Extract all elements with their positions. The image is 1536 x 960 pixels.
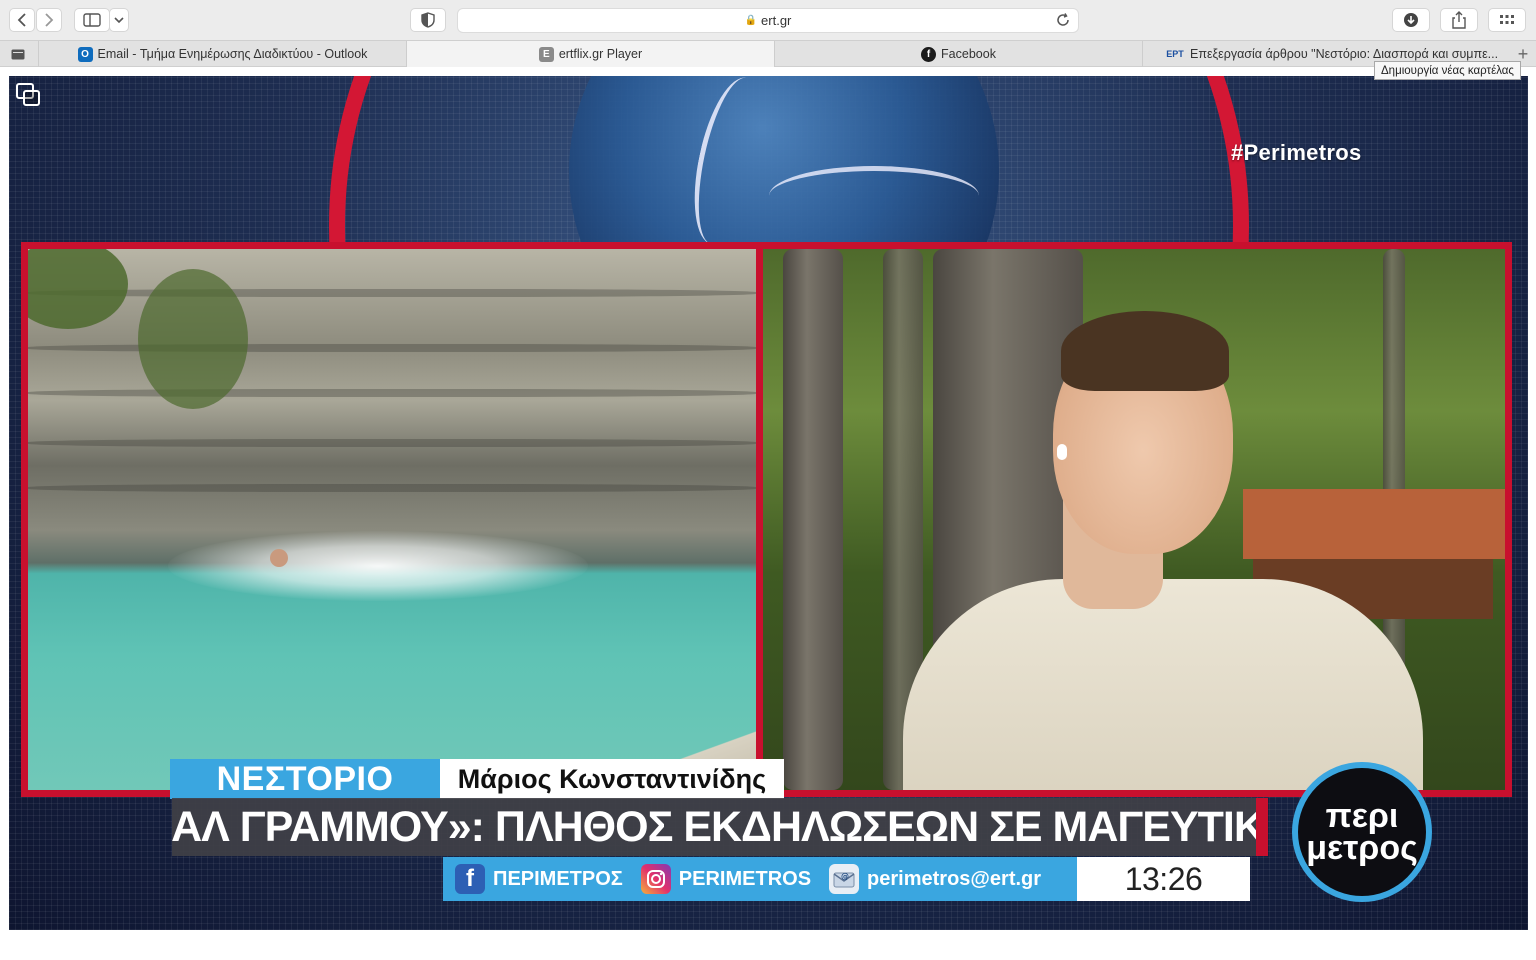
show-hashtag: #Perimetros: [1231, 140, 1362, 165]
video-player[interactable]: #Perimetros ΝΕΣΤΟΡΙΟ Μάριος Κωνσταντινίδ…: [9, 76, 1528, 930]
download-icon: [1404, 13, 1418, 27]
facebook-handle: ΠΕΡΙΜΕΤΡΟΣ: [493, 867, 623, 890]
logo-text-line1: περι: [1325, 796, 1399, 835]
news-headline: «ΦΕΣΤΙΒΑΛ ΓΡΑΜΜΟΥ»: ΠΛΗΘΟΣ ΕΚΔΗΛΩΣΕΩΝ ΣΕ…: [172, 798, 1268, 856]
tab-outlook-label: Email - Τμήμα Ενημέρωσης Διαδικτύου - Ou…: [97, 47, 368, 61]
social-bar: f ΠΕΡΙΜΕΤΡΟΣ PERIMETROS @ perimetros@ert…: [443, 857, 1077, 901]
tab-sidebar-button[interactable]: [0, 41, 36, 67]
instagram-icon: [640, 864, 671, 894]
perimetros-logo: περι μετρος: [1292, 762, 1432, 902]
sidebar-icon: [83, 13, 101, 27]
outlook-icon: O: [77, 46, 93, 62]
picture-in-picture-icon[interactable]: [15, 82, 41, 108]
forward-button[interactable]: [36, 8, 62, 32]
reload-icon[interactable]: [1056, 13, 1070, 30]
tab-overview-button[interactable]: [1488, 8, 1526, 32]
address-text: ert.gr: [761, 13, 792, 28]
tab-ert-article-label: Επεξεργασία άρθρου "Νεστόριο: Διασπορά κ…: [1190, 47, 1499, 61]
location-label: ΝΕΣΤΟΡΙΟ: [170, 759, 440, 799]
address-bar[interactable]: 🔒 ert.gr: [457, 8, 1079, 33]
ert-logo-icon: EPT: [1166, 49, 1184, 59]
chevron-right-icon: [45, 13, 54, 27]
share-button[interactable]: [1440, 8, 1478, 32]
privacy-report-button[interactable]: [410, 8, 446, 32]
facebook-icon: f: [921, 46, 937, 62]
chevron-down-icon: [114, 17, 124, 24]
instagram-handle: PERIMETROS: [678, 867, 812, 890]
tab-facebook-label: Facebook: [941, 47, 996, 61]
broadcast-clock: 13:26: [1077, 857, 1250, 901]
lock-icon: 🔒: [744, 15, 758, 26]
sidebar-toggle-button[interactable]: [74, 8, 110, 32]
email-address: perimetros@ert.gr: [867, 867, 1042, 890]
right-video-frame: [756, 242, 1512, 797]
grid-icon: [1500, 15, 1514, 24]
instagram-contact: PERIMETROS: [640, 864, 812, 894]
tab-facebook[interactable]: f Facebook: [774, 41, 1142, 67]
browser-toolbar: 🔒 ert.gr: [0, 0, 1536, 40]
downloads-button[interactable]: [1392, 8, 1430, 32]
svg-text:@: @: [841, 872, 849, 881]
reporter-name: Μάριος Κωνσταντινίδης: [440, 759, 784, 799]
share-icon: [1452, 11, 1466, 29]
tab-outlook[interactable]: O Email - Τμήμα Ενημέρωσης Διαδικτύου - …: [38, 41, 406, 67]
tab-bar: O Email - Τμήμα Ενημέρωσης Διαδικτύου - …: [0, 40, 1536, 67]
facebook-icon: f: [455, 864, 485, 894]
ertflix-icon: E: [538, 46, 554, 62]
email-icon: @: [829, 864, 860, 894]
tabs-sidebar-icon: [11, 49, 25, 59]
back-button[interactable]: [9, 8, 35, 32]
tab-group-dropdown[interactable]: [109, 8, 129, 32]
new-tab-tooltip: Δημιουργία νέας καρτέλας: [1374, 61, 1521, 80]
email-contact: @ perimetros@ert.gr: [829, 864, 1041, 894]
left-video-frame: [21, 242, 763, 797]
tab-ertflix-label: ertflix.gr Player: [558, 47, 643, 61]
logo-text-line2: μετρος: [1306, 829, 1418, 867]
chevron-left-icon: [17, 13, 26, 27]
tab-ertflix-player[interactable]: E ertflix.gr Player: [406, 41, 774, 67]
shield-icon: [421, 12, 435, 28]
facebook-contact: f ΠΕΡΙΜΕΤΡΟΣ: [455, 864, 623, 894]
